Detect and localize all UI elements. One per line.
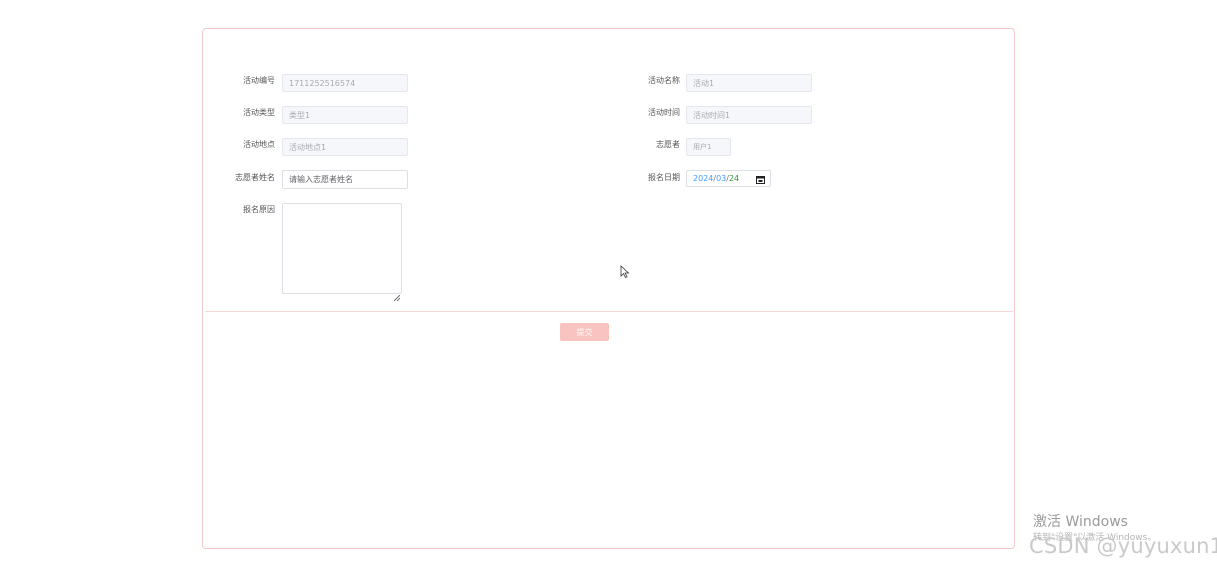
mouse-cursor-icon bbox=[620, 264, 630, 283]
signup-date-input[interactable]: 2024/03/24 bbox=[686, 170, 771, 187]
activity-name-field: 活动1 bbox=[686, 74, 812, 92]
volunteer-field: 用户1 bbox=[686, 138, 731, 156]
resize-handle-icon[interactable] bbox=[393, 286, 401, 302]
calendar-icon[interactable] bbox=[755, 174, 765, 184]
activity-no-field: 1711252516574 bbox=[282, 74, 408, 92]
windows-activation-title: 激活 Windows bbox=[1033, 514, 1128, 530]
signup-reason-textarea[interactable] bbox=[282, 203, 402, 302]
label-signup-date: 报名日期 bbox=[648, 173, 680, 182]
activity-time-field: 活动时间1 bbox=[686, 106, 812, 124]
label-signup-reason: 报名原因 bbox=[243, 205, 275, 214]
csdn-watermark: CSDN @yuyuxun1 bbox=[1029, 534, 1217, 558]
label-activity-place: 活动地点 bbox=[243, 140, 275, 149]
label-activity-no: 活动编号 bbox=[243, 76, 275, 85]
submit-button[interactable]: 提交 bbox=[560, 323, 609, 341]
label-volunteer: 志愿者 bbox=[656, 140, 680, 149]
label-volunteer-name: 志愿者姓名 bbox=[235, 173, 275, 182]
activity-type-field: 类型1 bbox=[282, 106, 408, 124]
label-activity-name: 活动名称 bbox=[648, 76, 680, 85]
volunteer-name-input[interactable]: 请输入志愿者姓名 bbox=[282, 170, 408, 189]
label-activity-time: 活动时间 bbox=[648, 108, 680, 117]
date-year[interactable]: 2024 bbox=[693, 174, 713, 183]
activity-place-field: 活动地点1 bbox=[282, 138, 408, 156]
date-month[interactable]: 03 bbox=[716, 174, 726, 183]
date-day[interactable]: 24 bbox=[729, 174, 739, 183]
label-activity-type: 活动类型 bbox=[243, 108, 275, 117]
form-divider bbox=[205, 311, 1013, 312]
